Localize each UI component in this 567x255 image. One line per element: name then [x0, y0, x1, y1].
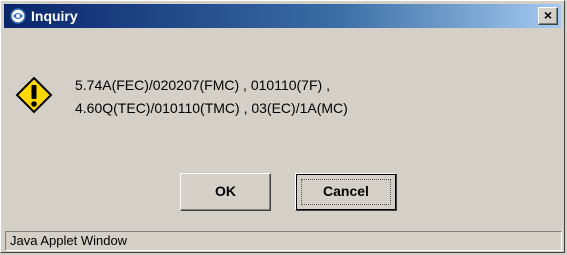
dialog-window: Inquiry × 5.74A(FEC)/020207(FMC) , 01011… — [0, 0, 565, 253]
dialog-message: 5.74A(FEC)/020207(FMC) , 010110(7F) , 4.… — [75, 74, 348, 120]
status-bar: Java Applet Window — [5, 231, 562, 251]
message-line-2: 4.60Q(TEC)/010110(TMC) , 03(EC)/1A(MC) — [75, 100, 348, 116]
window-title: Inquiry — [31, 8, 78, 24]
message-line-1: 5.74A(FEC)/020207(FMC) , 010110(7F) , — [75, 77, 330, 93]
cancel-button[interactable]: Cancel — [295, 173, 397, 211]
ok-button[interactable]: OK — [180, 173, 271, 211]
close-button[interactable]: × — [538, 7, 558, 25]
title-bar[interactable]: Inquiry × — [4, 4, 561, 28]
focus-ring — [301, 179, 391, 205]
warning-icon — [15, 76, 53, 114]
java-applet-icon — [10, 8, 26, 24]
